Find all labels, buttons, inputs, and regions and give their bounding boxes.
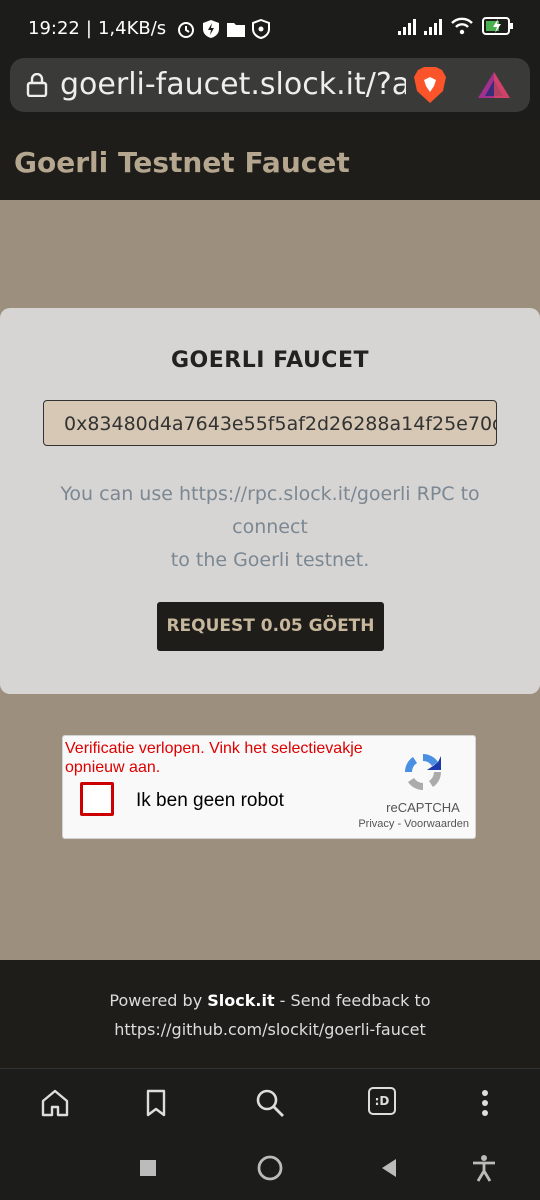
home-circle-icon[interactable] <box>256 1154 284 1182</box>
folder-icon <box>227 22 246 37</box>
signal-icon <box>398 17 416 35</box>
network-speed: 1,4KB/s <box>97 18 167 39</box>
status-time: 19:22 <box>28 18 80 39</box>
recaptcha-links: Privacy - Voorwaarden <box>349 818 469 830</box>
request-button[interactable]: REQUEST 0.05 GÖETH <box>157 602 384 651</box>
accessibility-icon[interactable] <box>470 1154 498 1182</box>
home-icon[interactable] <box>39 1087 71 1119</box>
info-line-1: You can use https://rpc.slock.it/goerli … <box>60 483 480 505</box>
recaptcha-privacy-link[interactable]: Privacy <box>358 818 394 830</box>
footer-line-1: Powered by Slock.it - Send feedback to <box>0 986 540 1015</box>
recaptcha-widget: Verificatie verlopen. Vink het selectiev… <box>62 735 476 839</box>
recaptcha-brand: reCAPTCHA <box>386 800 460 815</box>
bookmark-icon[interactable] <box>140 1087 172 1119</box>
recaptcha-checkbox[interactable] <box>80 782 114 816</box>
tabs-icon[interactable]: :D <box>368 1087 396 1115</box>
footer-github-link[interactable]: https://github.com/slockit/goerli-faucet <box>0 1015 540 1044</box>
search-icon[interactable] <box>254 1087 286 1119</box>
lock-icon[interactable] <box>26 73 48 97</box>
info-line-3: to the Goerli testnet. <box>170 549 370 571</box>
footer-powered-by: Powered by <box>109 991 208 1010</box>
address-input[interactable]: 0x83480d4a7643e55f5af2d26288a14f25e70dce… <box>43 400 497 446</box>
alarm-icon <box>178 21 195 38</box>
status-right <box>398 16 514 36</box>
signal-2-icon <box>424 17 442 35</box>
footer-feedback: - Send feedback to <box>274 991 431 1010</box>
back-icon[interactable] <box>376 1154 404 1182</box>
shield-bolt-icon <box>203 19 220 38</box>
site-header: Goerli Testnet Faucet <box>0 120 540 200</box>
status-notification-icons <box>176 18 271 39</box>
wifi-icon <box>451 17 473 35</box>
brave-rewards-icon[interactable] <box>476 70 512 100</box>
shield-icon <box>252 18 271 39</box>
browser-url-area: goerli-faucet.slock.it/?a <box>0 58 540 120</box>
url-bar[interactable]: goerli-faucet.slock.it/?a <box>10 58 530 112</box>
recent-apps-icon[interactable] <box>134 1154 162 1182</box>
menu-icon[interactable] <box>469 1087 501 1119</box>
brave-shield-icon[interactable] <box>412 66 448 104</box>
footer-text: Powered by Slock.it - Send feedback to h… <box>0 986 540 1044</box>
system-nav-bar <box>0 1136 540 1200</box>
info-text: You can use https://rpc.slock.it/goerli … <box>40 478 500 577</box>
browser-bottom-nav: :D <box>0 1068 540 1137</box>
recaptcha-link-separator: - <box>394 818 405 830</box>
recaptcha-error: Verificatie verlopen. Vink het selectiev… <box>65 740 363 776</box>
info-line-2: connect <box>232 516 308 538</box>
recaptcha-label: Ik ben geen robot <box>136 790 284 811</box>
status-left: 19:22 | 1,4KB/s <box>28 18 271 39</box>
url-text[interactable]: goerli-faucet.slock.it/?a <box>60 67 406 102</box>
recaptcha-logo-icon <box>404 753 442 790</box>
site-footer: Powered by Slock.it - Send feedback to h… <box>0 960 540 1068</box>
faucet-card: GOERLI FAUCET 0x83480d4a7643e55f5af2d262… <box>0 308 540 694</box>
status-bar: 19:22 | 1,4KB/s <box>0 0 540 58</box>
status-divider: | <box>85 18 92 39</box>
recaptcha-terms-link[interactable]: Voorwaarden <box>404 818 469 830</box>
site-title[interactable]: Goerli Testnet Faucet <box>14 146 350 179</box>
footer-brand-link[interactable]: Slock.it <box>207 991 274 1010</box>
card-title: GOERLI FAUCET <box>171 348 369 373</box>
battery-charging-icon <box>482 17 513 35</box>
